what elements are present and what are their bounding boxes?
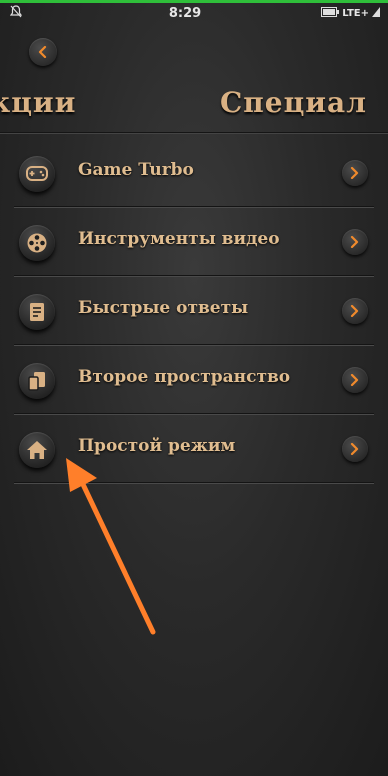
menu-item-simple-mode[interactable]: Простой режим	[14, 414, 374, 483]
tab-special[interactable]: Специал	[220, 86, 367, 119]
home-icon	[19, 432, 55, 468]
menu-item-label: Быстрые ответы	[78, 298, 249, 318]
tab-strip: кции Специал	[0, 80, 388, 133]
menu-item-label: Инструменты видео	[78, 229, 280, 249]
gamepad-icon	[19, 156, 55, 192]
dual-space-icon	[19, 363, 55, 399]
menu-item-game-turbo[interactable]: Game Turbo	[14, 138, 374, 207]
chevron-left-icon	[37, 43, 49, 62]
battery-icon	[321, 6, 340, 20]
status-bar: 8:29 LTE+	[0, 3, 388, 23]
menu-item-quick-replies[interactable]: Быстрые ответы	[14, 276, 374, 345]
tab-functions[interactable]: кции	[0, 86, 76, 119]
status-time: 8:29	[168, 5, 202, 21]
menu-item-label: Второе пространство	[78, 367, 291, 387]
signal-icon	[372, 6, 380, 20]
menu-list: Game Turbo Инструменты видео Быстрые отв…	[0, 138, 388, 483]
chevron-right-icon	[342, 229, 368, 255]
chevron-right-icon	[342, 436, 368, 462]
chevron-right-icon	[342, 160, 368, 186]
back-button[interactable]	[29, 38, 57, 66]
film-reel-icon	[19, 225, 55, 261]
menu-item-second-space[interactable]: Второе пространство	[14, 345, 374, 414]
menu-item-video-tools[interactable]: Инструменты видео	[14, 207, 374, 276]
chevron-right-icon	[342, 298, 368, 324]
alarm-off-icon	[9, 4, 23, 22]
menu-item-label: Game Turbo	[78, 160, 194, 180]
chevron-right-icon	[342, 367, 368, 393]
network-type: LTE+	[342, 7, 369, 19]
menu-item-label: Простой режим	[78, 436, 236, 456]
document-icon	[19, 294, 55, 330]
